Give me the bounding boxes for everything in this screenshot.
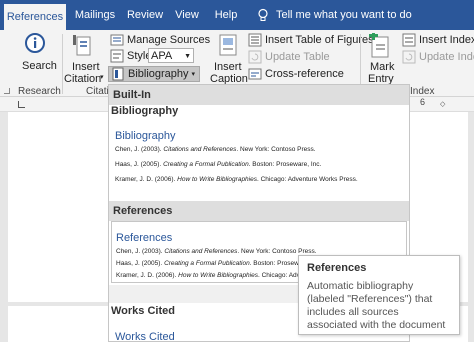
tab-mailings[interactable]: Mailings [70, 0, 120, 30]
tooltip-title: References [307, 262, 367, 274]
bibliography-entry: Haas, J. (2005). Creating a Formal Publi… [115, 161, 322, 168]
bibliography-entry: Chen, J. (2003). Citations and Reference… [115, 146, 316, 153]
insert-caption-button[interactable]: Insert Caption [208, 33, 248, 85]
insert-citation-icon [73, 35, 91, 56]
update-table-button[interactable]: Update Table [248, 50, 330, 64]
insert-index-label: Insert Index [419, 34, 474, 46]
style-value: APA [151, 50, 173, 62]
bibliography-entry: Kramer, J. D. (2006). How to Write Bibli… [115, 176, 358, 183]
info-search-icon [25, 33, 45, 53]
mark-entry-icon [369, 33, 389, 58]
insert-table-of-figures-button[interactable]: Insert Table of Figures [248, 33, 374, 47]
tab-view[interactable]: View [170, 0, 204, 30]
ribbon-tab-bar: References Mailings Review View Help Tel… [0, 0, 474, 30]
ruler-indent-icon[interactable]: ◇ [440, 100, 445, 108]
manage-sources-icon [110, 34, 124, 46]
chevron-down-icon: ▼ [184, 53, 191, 60]
update-table-icon [248, 50, 262, 64]
tab-review[interactable]: Review [124, 0, 166, 30]
gallery-item-bibliography[interactable]: Bibliography Bibliography Chen, J. (2003… [109, 105, 409, 201]
insert-caption-icon [219, 34, 237, 56]
index-group-label: Index [410, 86, 435, 97]
tooltip-body: Automatic bibliography (labeled "Referen… [307, 280, 446, 331]
tab-references[interactable]: References [4, 4, 66, 30]
dialog-launcher-icon[interactable] [4, 88, 10, 94]
bibliography-preview-title: Bibliography [115, 130, 176, 142]
bibliography-button[interactable]: Bibliography ▾ [108, 66, 201, 82]
references-preview-title: References [116, 232, 173, 244]
insert-index-button[interactable]: Insert Index [402, 33, 474, 47]
cross-reference-button[interactable]: Cross-reference [248, 67, 344, 81]
style-icon [110, 49, 124, 63]
style-dropdown[interactable]: APA ▼ [148, 48, 194, 63]
research-group-label: Research [18, 86, 61, 97]
built-in-header: Built-In [109, 85, 409, 105]
ruler-mark: 6 [420, 97, 426, 107]
bibliography-label: Bibliography [128, 68, 189, 80]
update-index-button[interactable]: Update Index [402, 50, 474, 64]
tell-me-box[interactable]: Tell me what you want to do [256, 0, 412, 30]
cross-reference-label: Cross-reference [265, 68, 344, 80]
references-entry: Chen, J. (2003). Citations and Reference… [116, 248, 317, 255]
ribbon-separator [62, 34, 63, 94]
mark-entry-button[interactable]: Mark Entry [364, 33, 398, 85]
mark-entry-label-1: Mark [370, 61, 395, 73]
insert-citation-button[interactable]: Insert Citation ▾ [64, 33, 106, 85]
manage-sources-button[interactable]: Manage Sources [110, 33, 210, 47]
cross-reference-icon [248, 68, 262, 80]
lightbulb-icon [258, 8, 268, 22]
citations-group-label: Citati [86, 86, 109, 97]
insert-index-icon [402, 33, 416, 47]
tab-stop-icon[interactable] [18, 101, 25, 108]
search-button[interactable]: Search [16, 33, 57, 83]
tell-me-text: Tell me what you want to do [276, 9, 412, 21]
tab-help[interactable]: Help [210, 0, 242, 30]
insert-citation-label-1: Insert [72, 61, 100, 73]
update-index-icon [402, 50, 416, 64]
references-entry: Haas, J. (2005). Creating a Formal Publi… [116, 260, 323, 267]
chevron-down-icon: ▾ [191, 71, 196, 78]
bibliography-section-header: Bibliography [111, 105, 179, 117]
references-tooltip: References Automatic bibliography (label… [298, 255, 460, 335]
table-of-figures-icon [248, 33, 262, 47]
insert-citation-label-2: Citation [64, 73, 102, 85]
insert-caption-label-1: Insert [214, 61, 242, 73]
works-cited-section-header: Works Cited [111, 305, 175, 317]
references-section-header: References [109, 201, 409, 221]
update-index-label: Update Index [419, 51, 474, 63]
update-table-label: Update Table [265, 51, 330, 63]
works-cited-preview-title: Works Cited [115, 331, 175, 342]
manage-sources-label: Manage Sources [127, 34, 211, 46]
search-label: Search [22, 60, 57, 72]
chevron-down-icon: ▾ [100, 74, 104, 81]
insert-table-of-figures-label: Insert Table of Figures [265, 34, 374, 46]
bibliography-icon [112, 67, 124, 81]
